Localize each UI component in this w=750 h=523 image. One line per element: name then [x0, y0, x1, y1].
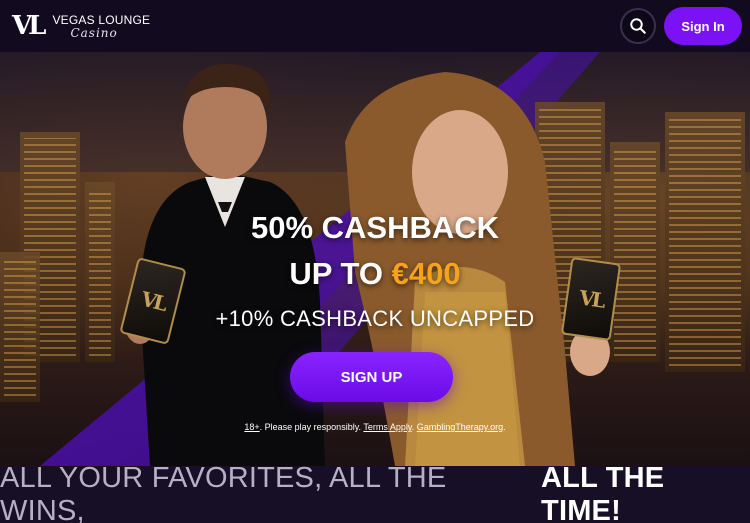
site-logo[interactable]: VL VEGAS LOUNGE Casino [12, 13, 150, 39]
promo-extra: +10% CASHBACK UNCAPPED [215, 306, 535, 331]
terms-link[interactable]: Terms Apply [363, 422, 411, 432]
sign-in-button[interactable]: Sign In [664, 7, 742, 45]
logo-title: VEGAS LOUNGE [52, 12, 151, 27]
promo-subheadline: UP TO €400 [0, 256, 750, 292]
search-button[interactable] [620, 8, 656, 44]
tagline-strong: ALL THE TIME! [541, 461, 665, 523]
header-actions: Sign In [620, 7, 742, 45]
age-link[interactable]: 18+ [244, 422, 259, 432]
logo-subtitle: Casino [70, 25, 118, 40]
disclaimer-text: . Please play responsibly. [259, 422, 364, 432]
disclaimer: 18+. Please play responsibly. Terms Appl… [0, 422, 750, 432]
logo-text: VEGAS LOUNGE Casino [52, 14, 150, 39]
gambling-therapy-link[interactable]: GamblingTherapy.org [417, 422, 503, 432]
top-navbar: VL VEGAS LOUNGE Casino Sign In [0, 0, 750, 52]
sign-up-button[interactable]: SIGN UP [290, 352, 453, 402]
promo-prefix: UP TO [289, 256, 392, 291]
tagline: ALL YOUR FAVORITES, ALL THE WINS, ALL TH… [0, 462, 750, 523]
promo-headline: 50% CASHBACK [250, 210, 500, 245]
search-icon [630, 18, 646, 34]
tagline-normal: ALL YOUR FAVORITES, ALL THE WINS, [0, 461, 447, 523]
hero-banner: VL VL 50% CASHBACK UP TO €400 +10% CASHB… [0, 52, 750, 466]
logo-mark: VL [12, 11, 47, 41]
promo-amount: €400 [391, 256, 461, 291]
disclaimer-end: . [503, 422, 506, 432]
